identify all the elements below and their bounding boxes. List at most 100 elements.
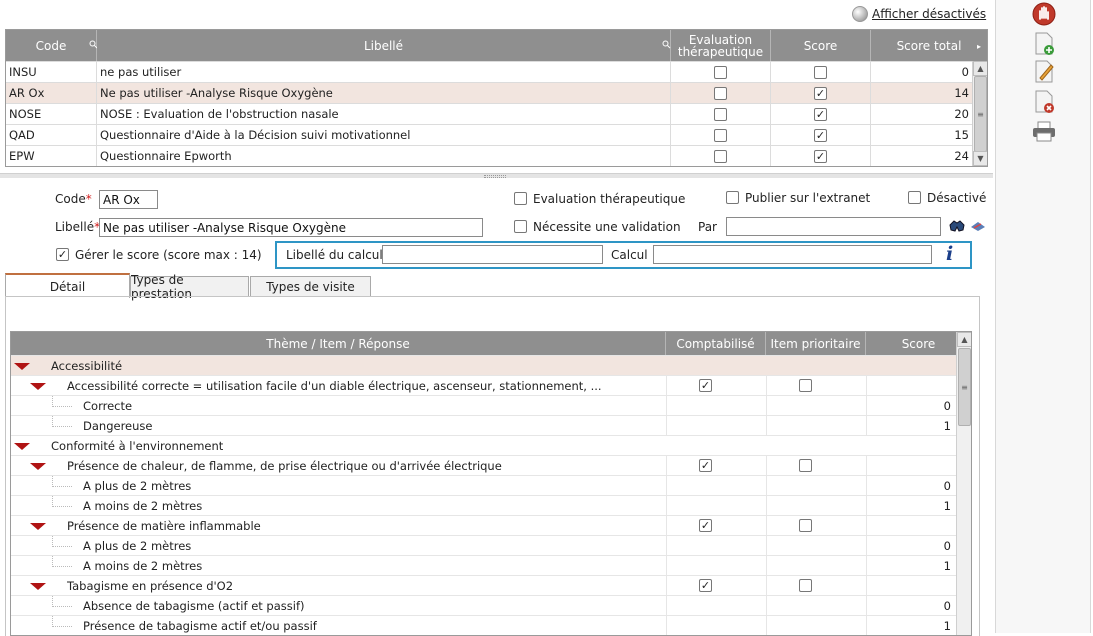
info-icon[interactable]: i [946, 243, 953, 265]
column-header-score[interactable]: Score [771, 30, 871, 61]
column-header-score-total[interactable]: Score total ▸ [871, 30, 987, 61]
search-icon[interactable] [662, 39, 671, 51]
collapse-arrow-icon[interactable] [14, 443, 30, 450]
tree-item-row[interactable]: Accessibilité correcte = utilisation fac… [11, 375, 956, 395]
column-header-code[interactable]: Code [6, 30, 98, 61]
stop-icon[interactable] [1031, 1, 1057, 27]
tree-answer-row[interactable]: A moins de 2 mètres 1 [11, 495, 956, 515]
score-checkbox[interactable]: ✓ [814, 128, 827, 142]
column-separator [766, 616, 767, 635]
scroll-down-button[interactable]: ▼ [973, 151, 987, 166]
column-header-theme[interactable]: Thème / Item / Réponse [11, 332, 666, 355]
tree-item-row[interactable]: Tabagisme en présence d'O2 ✓ [11, 575, 956, 595]
column-separator [666, 616, 667, 635]
tree-theme-row[interactable]: Accessibilité [11, 355, 956, 375]
validation-checkbox[interactable] [514, 220, 527, 233]
collapse-arrow-icon[interactable] [30, 383, 46, 390]
tree-item-row[interactable]: Présence de chaleur, de flamme, de prise… [11, 455, 956, 475]
evaluation-checkbox[interactable] [514, 192, 527, 205]
collapse-arrow-icon[interactable] [30, 583, 46, 590]
column-header-prioritaire[interactable]: Item prioritaire [766, 332, 866, 355]
prioritaire-checkbox[interactable] [799, 459, 812, 472]
scroll-thumb[interactable]: ≡ [958, 348, 971, 426]
edit-document-icon[interactable] [1031, 59, 1057, 85]
tree-answer-row[interactable]: Correcte 0 [11, 395, 956, 415]
tree-connector [52, 416, 72, 427]
table-row[interactable]: EPW Questionnaire Epworth ✓ 24 [6, 145, 972, 166]
table-row[interactable]: QAD Questionnaire d'Aide à la Décision su… [6, 124, 972, 145]
column-header-libelle[interactable]: Libellé [97, 30, 671, 61]
show-disabled-link-wrap[interactable]: Afficher désactivés [852, 6, 986, 22]
add-document-icon[interactable] [1031, 31, 1057, 57]
libelle-input[interactable] [99, 218, 483, 237]
tab-types-prestation[interactable]: Types de prestation [130, 273, 249, 301]
score-total-text: 24 [954, 149, 969, 163]
tab-types-visite[interactable]: Types de visite [250, 276, 371, 297]
evaluation-cell [671, 83, 771, 103]
show-disabled-link[interactable]: Afficher désactivés [872, 7, 986, 21]
tree-answer-row[interactable]: A plus de 2 mètres 0 [11, 475, 956, 495]
evaluation-checkbox[interactable] [714, 107, 727, 121]
score-checkbox[interactable]: ✓ [814, 107, 827, 121]
score-text: 0 [943, 398, 951, 413]
tab-detail[interactable]: Détail [5, 273, 130, 298]
table-row[interactable]: NOSE NOSE : Evaluation de l'obstruction n… [6, 103, 972, 124]
binoculars-icon[interactable] [948, 219, 966, 236]
column-separator [766, 576, 767, 595]
comptabilise-checkbox[interactable]: ✓ [699, 459, 712, 472]
score-checkbox[interactable]: ✓ [814, 149, 827, 163]
manage-score-checkbox[interactable]: ✓ [56, 248, 69, 261]
table-row[interactable]: INSU ne pas utiliser 0 [6, 61, 972, 82]
grid1-scrollbar[interactable]: ▲ ≡ ▼ [972, 61, 987, 166]
scroll-up-button[interactable]: ▲ [973, 61, 987, 76]
code-input[interactable] [99, 190, 158, 209]
splitter-grip[interactable] [484, 175, 506, 178]
libelle-label: Libellé* [55, 220, 101, 234]
print-icon[interactable] [1031, 118, 1057, 144]
prioritaire-checkbox[interactable] [799, 579, 812, 592]
evaluation-checkbox[interactable] [714, 149, 727, 163]
tree-answer-row[interactable]: Présence de tabagisme actif et/ou passif… [11, 615, 956, 635]
tree-connector [52, 536, 72, 547]
score-checkbox[interactable] [814, 65, 827, 79]
calc-input[interactable] [653, 245, 932, 264]
tree-connector [52, 556, 72, 567]
calc-label-input[interactable] [382, 245, 603, 264]
tree-answer-row[interactable]: Dangereuse 1 [11, 415, 956, 435]
column-header-comptabilise[interactable]: Comptabilisé [666, 332, 766, 355]
tree-answer-row[interactable]: Absence de tabagisme (actif et passif) 0 [11, 595, 956, 615]
delete-document-icon[interactable] [1031, 89, 1057, 115]
column-menu-icon[interactable]: ▸ [977, 41, 981, 53]
collapse-arrow-icon[interactable] [30, 463, 46, 470]
table-row[interactable]: AR Ox Ne pas utiliser -Analyse Risque Oxy… [6, 82, 972, 103]
disabled-checkbox[interactable] [908, 191, 921, 204]
evaluation-checkbox[interactable] [714, 65, 727, 79]
collapse-arrow-icon[interactable] [30, 523, 46, 530]
code-text: EPW [9, 149, 35, 163]
tree-item-row[interactable]: Présence de matière inflammable ✓ [11, 515, 956, 535]
tree-answer-row[interactable]: A moins de 2 mètres 1 [11, 555, 956, 575]
tree-theme-row[interactable]: Conformité à l'environnement [11, 435, 956, 455]
collapse-arrow-icon[interactable] [14, 363, 30, 370]
calc-label-label: Libellé du calcul [286, 248, 383, 262]
publish-extranet-checkbox[interactable] [726, 191, 739, 204]
evaluation-checkbox[interactable] [714, 128, 727, 142]
score-total-cell: 20 [871, 104, 972, 124]
grid2-scrollbar[interactable]: ▲ ≡ [956, 332, 971, 635]
comptabilise-checkbox[interactable]: ✓ [699, 379, 712, 392]
prioritaire-checkbox[interactable] [799, 379, 812, 392]
comptabilise-checkbox[interactable]: ✓ [699, 519, 712, 532]
scroll-thumb[interactable]: ≡ [974, 76, 987, 152]
eraser-icon[interactable] [969, 219, 987, 236]
score-text [866, 456, 951, 475]
prioritaire-checkbox[interactable] [799, 519, 812, 532]
par-input[interactable] [726, 217, 941, 236]
scroll-up-button[interactable]: ▲ [957, 332, 971, 347]
score-checkbox[interactable]: ✓ [814, 86, 827, 100]
splitter[interactable] [0, 173, 993, 178]
comptabilise-checkbox[interactable]: ✓ [699, 579, 712, 592]
evaluation-checkbox[interactable] [714, 86, 727, 100]
column-separator [766, 496, 767, 515]
column-header-evaluation[interactable]: Evaluation thérapeutique [671, 30, 771, 61]
tree-answer-row[interactable]: A plus de 2 mètres 0 [11, 535, 956, 555]
